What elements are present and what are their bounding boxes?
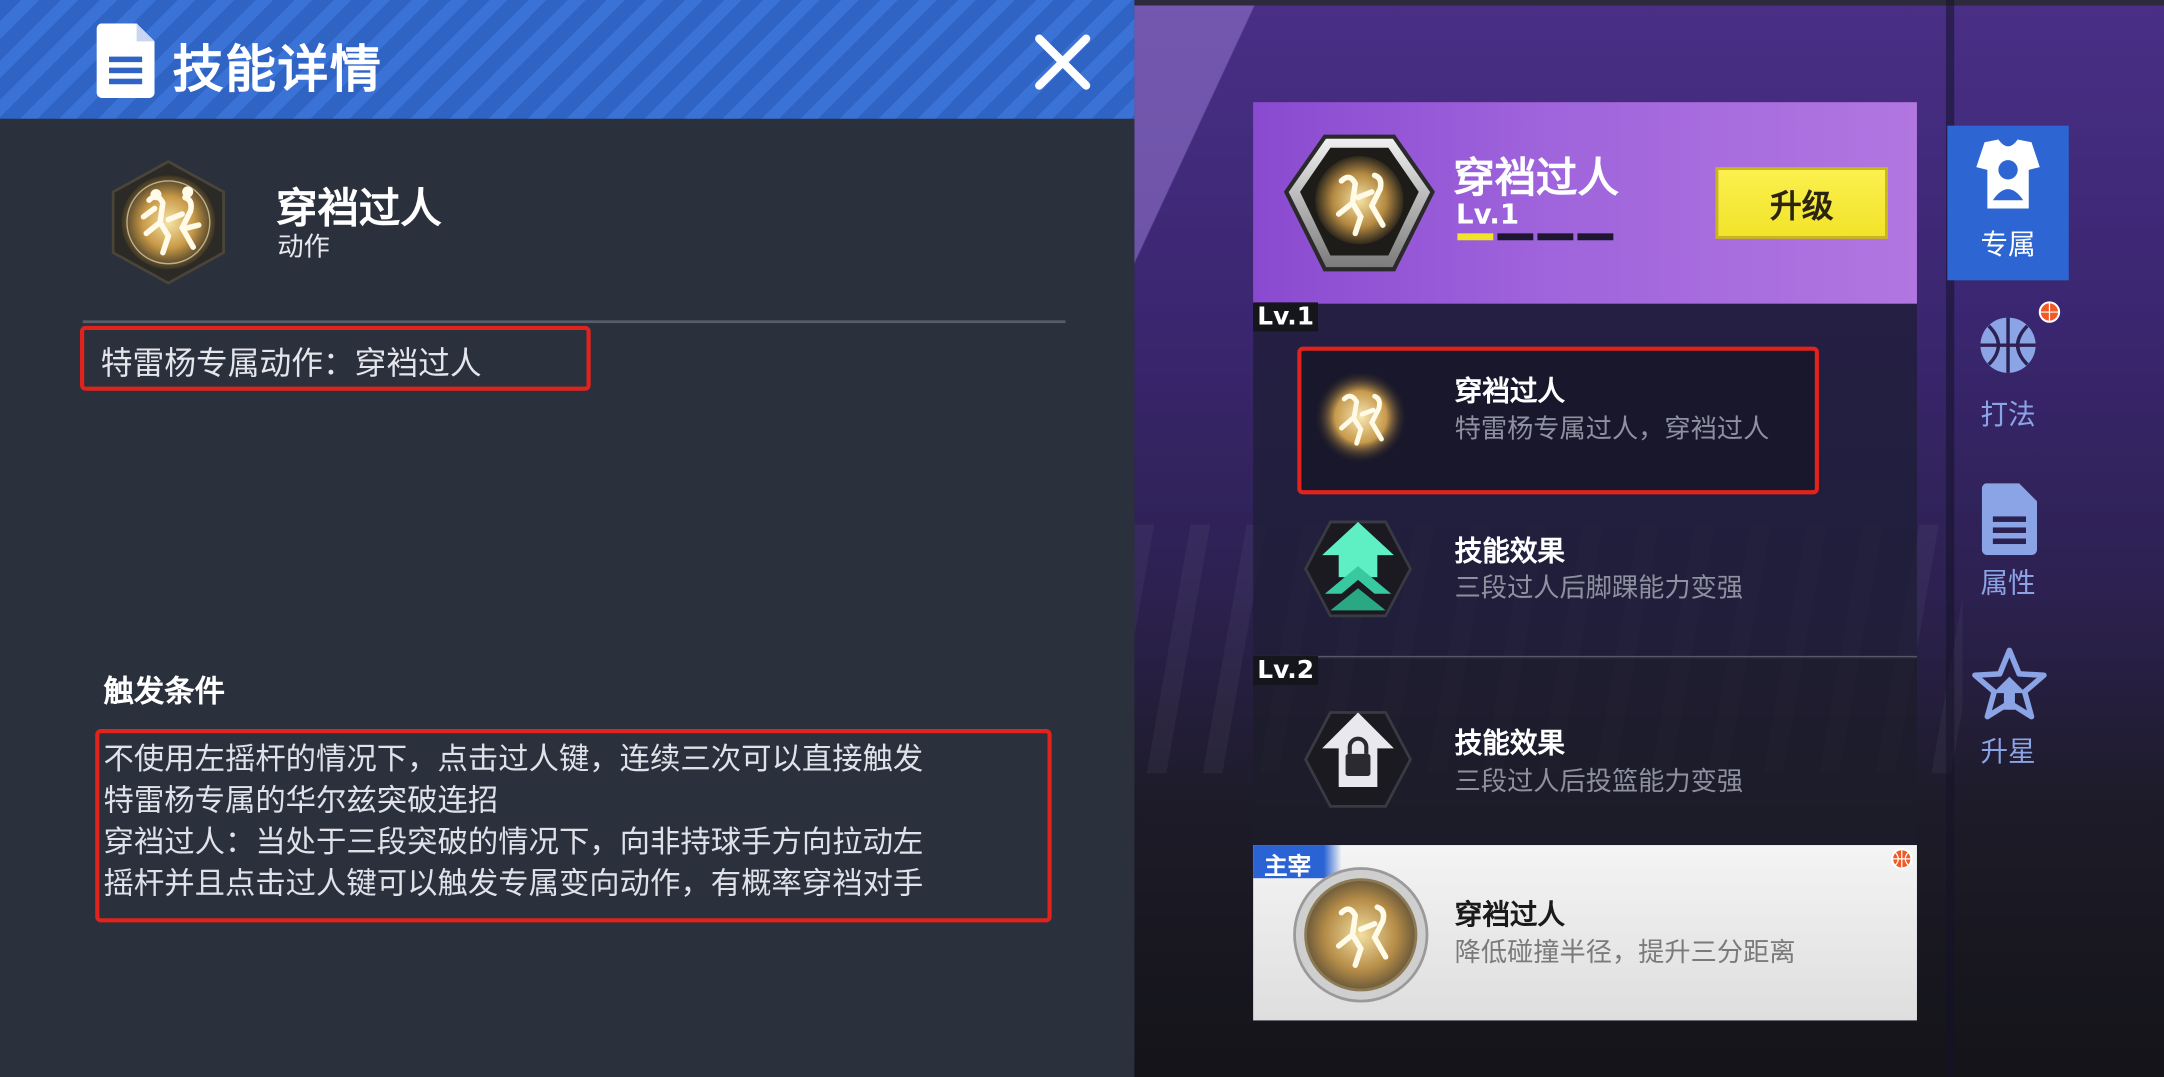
skill-row-title: 技能效果	[1454, 726, 1566, 760]
dominate-skill-title: 穿裆过人	[1454, 897, 1566, 931]
skill-type: 动作	[277, 231, 330, 263]
card-level: Lv.1	[1456, 197, 1520, 231]
tab-attributes[interactable]: 属性	[1947, 467, 2068, 622]
tab-label: 专属	[1980, 227, 2036, 261]
divider	[82, 320, 1066, 324]
level-progress-segment	[1537, 233, 1574, 241]
panel-title: 技能详情	[172, 40, 383, 100]
tab-label: 属性	[1980, 566, 2036, 600]
tab-playstyle[interactable]: 打法	[1947, 293, 2068, 448]
tab-label: 打法	[1980, 397, 2036, 431]
card-skill-name: 穿裆过人	[1453, 154, 1619, 203]
trigger-text-line: 不使用左摇杆的情况下，点击过人键，连续三次可以直接触发	[103, 742, 924, 778]
trigger-text-line: 摇杆并且点击过人键可以触发专属变向动作，有概率穿裆对手	[103, 867, 924, 902]
skill-emblem-icon	[111, 159, 225, 285]
level-progress-segment	[1497, 233, 1534, 241]
trigger-text-line: 穿裆过人：当处于三段突破的情况下，向非持球手方向拉动左	[103, 825, 924, 861]
trigger-text-line: 特雷杨专属的华尔兹突破连招	[103, 784, 499, 819]
skill-row-desc: 三段过人后脚踝能力变强	[1454, 573, 1744, 604]
lock-icon	[1304, 711, 1413, 808]
basketball-icon	[2038, 301, 2061, 323]
panel-header	[0, 0, 1135, 119]
upgrade-button[interactable]: 升级	[1715, 167, 1888, 239]
skill-row-title: 穿裆过人	[1454, 374, 1566, 408]
tab-label: 升星	[1980, 734, 2036, 768]
skill-emblem-icon	[1313, 370, 1408, 464]
basketball-icon	[1891, 848, 1913, 870]
star-icon	[1972, 647, 2047, 720]
level-progress-segment	[1577, 233, 1614, 241]
chevron-up-icon	[1304, 520, 1413, 618]
upgrade-label: 升级	[1769, 189, 1834, 226]
level-tag: Lv.1	[1253, 302, 1319, 332]
document-icon	[96, 23, 155, 99]
skill-emblem-icon	[1283, 134, 1435, 272]
level-progress-segment	[1457, 233, 1494, 241]
exclusive-note: 特雷杨专属动作：穿裆过人	[100, 346, 482, 383]
document-icon	[1981, 483, 2038, 556]
skill-row-desc: 特雷杨专属过人，穿裆过人	[1454, 414, 1770, 445]
trigger-heading: 触发条件	[103, 675, 225, 710]
tab-star-up[interactable]: 升星	[1947, 635, 2068, 790]
basketball-icon	[1980, 317, 2036, 373]
close-icon[interactable]	[1032, 32, 1093, 93]
tab-exclusive[interactable]: 专属	[1947, 125, 2069, 281]
jersey-icon	[1976, 139, 2040, 209]
top-edge	[1134, 0, 2164, 6]
skill-emblem-icon	[1293, 867, 1429, 1003]
dominate-skill-desc: 降低碰撞半径，提升三分距离	[1454, 937, 1796, 968]
skill-row-desc: 三段过人后投篮能力变强	[1454, 766, 1744, 797]
skill-row-title: 技能效果	[1454, 534, 1566, 568]
level-tag: Lv.2	[1253, 655, 1319, 685]
